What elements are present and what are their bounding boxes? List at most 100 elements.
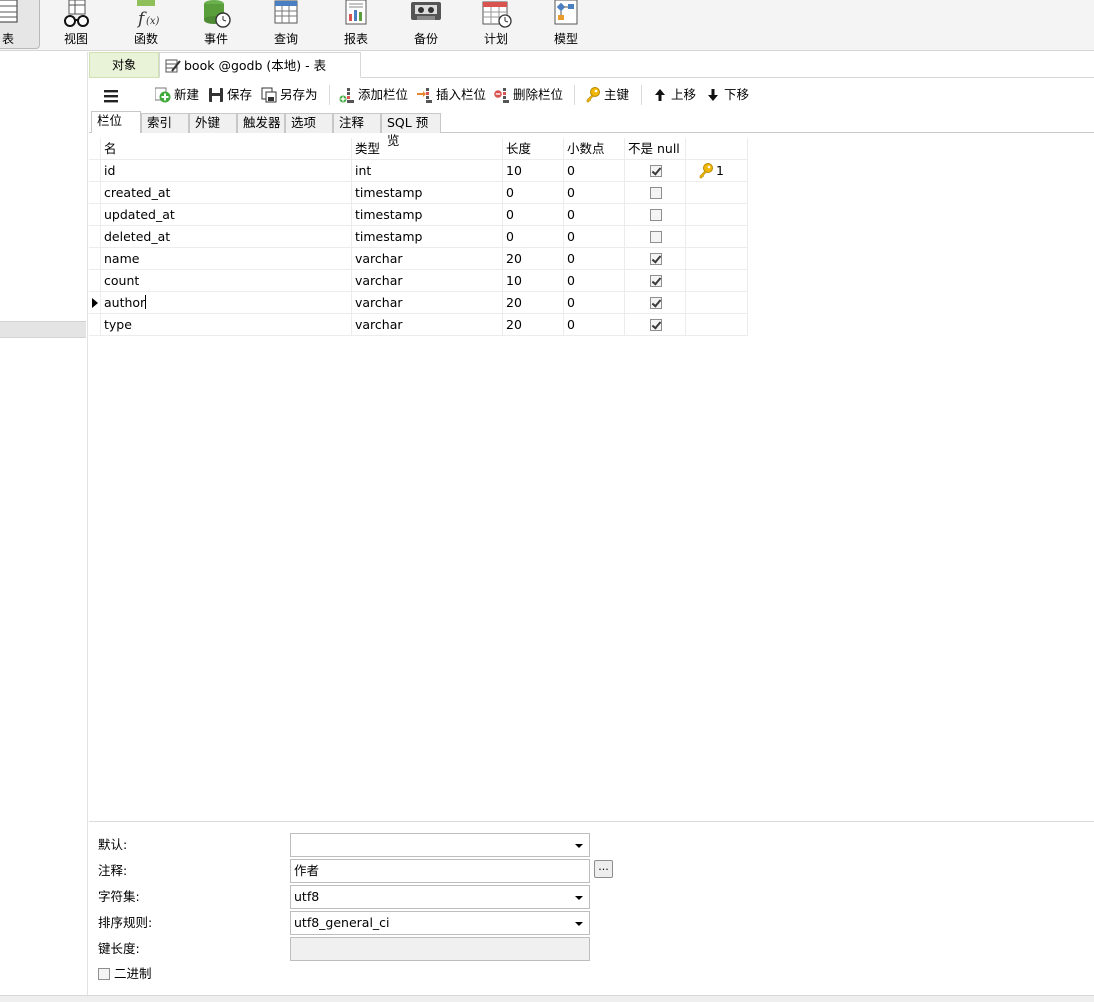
cell-decimals[interactable]: 0 [564,292,625,314]
not-null-checkbox[interactable] [650,165,662,177]
cell-name[interactable]: updated_at [101,204,352,226]
column-header-name[interactable]: 名 [101,138,352,160]
ribbon-report-button[interactable]: 报表 [325,0,387,49]
row-indicator[interactable] [89,314,101,336]
cell-name[interactable]: count [101,270,352,292]
cell-length[interactable]: 20 [503,248,564,270]
cell-length[interactable]: 10 [503,270,564,292]
row-indicator[interactable] [89,204,101,226]
comment-edit-button[interactable]: ... [594,860,613,878]
not-null-checkbox[interactable] [650,253,662,265]
tab-sql-preview[interactable]: SQL 预览 [381,113,441,148]
table-row[interactable]: author varchar 20 0 [89,292,748,314]
tab-indexes[interactable]: 索引 [141,113,189,133]
not-null-checkbox[interactable] [650,209,662,221]
cell-type[interactable]: varchar [352,248,503,270]
save-button[interactable]: 保存 [208,84,256,106]
cell-decimals[interactable]: 0 [564,226,625,248]
cell-decimals[interactable]: 0 [564,314,625,336]
add-field-button[interactable]: 添加栏位 [339,84,411,106]
move-up-button[interactable]: 上移 [652,84,698,106]
cell-decimals[interactable]: 0 [564,182,625,204]
table-row[interactable]: id int 10 0 1 [89,160,748,182]
column-header-decimals[interactable]: 小数点 [564,138,625,160]
navigator-selected-item[interactable] [0,321,86,338]
cell-name[interactable]: created_at [101,182,352,204]
default-select[interactable] [290,833,590,857]
row-indicator[interactable] [89,226,101,248]
cell-length[interactable]: 20 [503,314,564,336]
row-indicator[interactable] [89,270,101,292]
not-null-checkbox[interactable] [650,187,662,199]
cell-length[interactable]: 0 [503,226,564,248]
cell-length[interactable]: 0 [503,182,564,204]
comment-input[interactable]: 作者 [290,859,590,883]
cell-type[interactable]: timestamp [352,182,503,204]
cell-name[interactable]: type [101,314,352,336]
not-null-checkbox[interactable] [650,275,662,287]
cell-type[interactable]: timestamp [352,226,503,248]
delete-field-button[interactable]: 删除栏位 [494,84,570,106]
collation-select[interactable]: utf8_general_ci [290,911,590,935]
cell-name[interactable]: author [101,292,352,314]
cell-type[interactable]: int [352,160,503,182]
save-as-button[interactable]: 另存为 [261,84,321,106]
ribbon-backup-button[interactable]: 备份 [395,0,457,49]
ribbon-event-button[interactable]: 事件 [185,0,247,49]
table-row[interactable]: type varchar 20 0 [89,314,748,336]
column-header-not-null[interactable]: 不是 null [625,138,686,160]
binary-checkbox[interactable] [98,968,110,980]
column-header-type[interactable]: 类型 [352,138,503,160]
cell-decimals[interactable]: 0 [564,270,625,292]
row-indicator[interactable] [89,248,101,270]
menu-button[interactable] [103,84,121,106]
cell-name[interactable]: id [101,160,352,182]
cell-decimals[interactable]: 0 [564,248,625,270]
tab-table-editor[interactable]: book @godb (本地) - 表 [159,52,361,78]
primary-key-button[interactable]: 主键 [585,84,633,106]
tab-triggers[interactable]: 触发器 [237,113,285,133]
table-row[interactable]: updated_at timestamp 0 0 [89,204,748,226]
cell-length[interactable]: 0 [503,204,564,226]
cell-decimals[interactable]: 0 [564,160,625,182]
row-indicator[interactable] [89,182,101,204]
not-null-checkbox[interactable] [650,297,662,309]
not-null-checkbox[interactable] [650,231,662,243]
cell-decimals-text: 0 [567,251,575,266]
row-indicator[interactable] [89,292,101,314]
cell-name[interactable]: deleted_at [101,226,352,248]
ribbon-model-button[interactable]: 模型 [535,0,597,49]
cell-not-null [625,248,686,270]
table-row[interactable]: created_at timestamp 0 0 [89,182,748,204]
move-down-button[interactable]: 下移 [705,84,751,106]
cell-type[interactable]: varchar [352,270,503,292]
new-button[interactable]: 新建 [155,84,205,106]
row-indicator[interactable] [89,160,101,182]
cell-decimals[interactable]: 0 [564,204,625,226]
cell-name[interactable]: name [101,248,352,270]
insert-field-button[interactable]: 插入栏位 [417,84,489,106]
ribbon-view-button[interactable]: 视图 [45,0,107,49]
key-length-input [290,937,590,961]
tab-options[interactable]: 选项 [285,113,333,133]
charset-select[interactable]: utf8 [290,885,590,909]
not-null-checkbox[interactable] [650,319,662,331]
cell-type[interactable]: varchar [352,292,503,314]
tab-fields[interactable]: 栏位 [91,111,141,133]
tab-foreign-keys[interactable]: 外键 [189,113,237,133]
key-length-label: 键长度: [98,941,140,956]
table-row[interactable]: name varchar 20 0 [89,248,748,270]
cell-type[interactable]: timestamp [352,204,503,226]
column-header-length[interactable]: 长度 [503,138,564,160]
tab-comment[interactable]: 注释 [333,113,381,133]
ribbon-query-button[interactable]: 查询 [255,0,317,49]
ribbon-table-button[interactable]: 表 [0,0,40,49]
table-row[interactable]: deleted_at timestamp 0 0 [89,226,748,248]
tab-objects[interactable]: 对象 [89,52,159,78]
cell-type[interactable]: varchar [352,314,503,336]
cell-length[interactable]: 10 [503,160,564,182]
cell-length[interactable]: 20 [503,292,564,314]
ribbon-function-button[interactable]: f (x) 函数 [115,0,177,49]
table-row[interactable]: count varchar 10 0 [89,270,748,292]
ribbon-schedule-button[interactable]: 计划 [465,0,527,49]
